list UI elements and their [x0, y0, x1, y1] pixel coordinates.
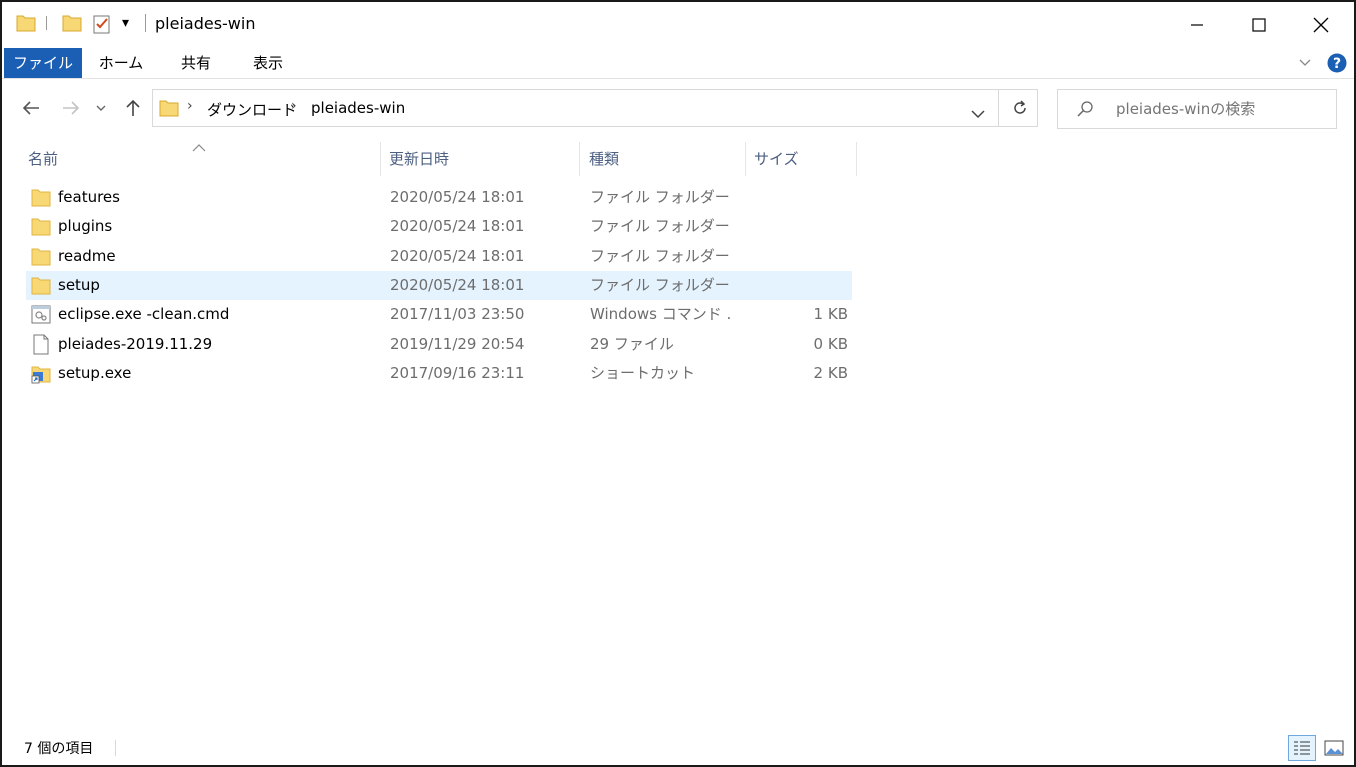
ribbon-tabs: ファイル ホーム 共有 表示 ?: [2, 48, 1354, 79]
file-row-selected[interactable]: setup 2020/05/24 18:01 ファイル フォルダー: [26, 271, 852, 300]
file-size: [756, 271, 848, 300]
svg-text:?: ?: [1333, 56, 1341, 72]
tab-file[interactable]: ファイル: [4, 48, 82, 78]
address-dropdown-icon[interactable]: [971, 104, 985, 123]
column-header-size[interactable]: サイズ: [754, 142, 854, 176]
details-view-button[interactable]: [1288, 735, 1316, 761]
file-date: 2020/05/24 18:01: [390, 188, 525, 206]
folder-icon: [16, 13, 36, 37]
file-type: ファイル フォルダー: [590, 188, 730, 206]
shortcut-icon: [31, 363, 51, 384]
search-input[interactable]: [1114, 99, 1328, 119]
file-type: ファイル フォルダー: [590, 217, 730, 235]
cmd-file-icon: [31, 304, 51, 325]
window-title: pleiades-win: [155, 14, 256, 33]
maximize-button[interactable]: [1228, 2, 1290, 48]
breadcrumb-chevron-icon[interactable]: ›: [187, 98, 193, 114]
blank-file-icon: [31, 334, 51, 355]
column-divider[interactable]: [856, 142, 857, 176]
column-header-type[interactable]: 種類: [589, 142, 745, 176]
status-item-count: 7 個の項目: [24, 741, 94, 757]
file-row[interactable]: readme 2020/05/24 18:01 ファイル フォルダー: [26, 242, 852, 271]
refresh-icon[interactable]: [1011, 99, 1029, 121]
arrow-right-icon: [63, 101, 80, 115]
folder-icon: [159, 98, 179, 122]
file-type: ファイル フォルダー: [590, 276, 730, 294]
column-header-name[interactable]: 名前: [28, 142, 378, 176]
breadcrumb-downloads[interactable]: ダウンロード: [207, 99, 297, 120]
properties-icon[interactable]: [92, 13, 112, 39]
status-separator: [115, 740, 116, 756]
file-date: 2019/11/29 20:54: [390, 335, 525, 353]
file-type: Windows コマンド ...: [590, 305, 730, 323]
folder-icon: [31, 187, 51, 208]
column-divider[interactable]: [380, 142, 381, 176]
explorer-window: ▾ pleiades-win ファイル ホーム 共有 表示 ? › ダウンロード…: [0, 0, 1356, 767]
file-name[interactable]: pleiades-2019.11.29: [58, 330, 212, 359]
arrow-left-icon: [22, 101, 39, 115]
tab-view[interactable]: 表示: [234, 48, 302, 78]
file-date: 2020/05/24 18:01: [390, 217, 525, 235]
file-size: [756, 242, 848, 271]
search-icon: [1076, 100, 1094, 122]
file-row[interactable]: pleiades-2019.11.29 2019/11/29 20:54 29 …: [26, 330, 852, 359]
file-size: 0 KB: [813, 335, 848, 353]
folder-icon: [31, 216, 51, 237]
column-divider[interactable]: [745, 142, 746, 176]
help-icon[interactable]: ?: [1327, 53, 1347, 77]
tab-home[interactable]: ホーム: [86, 48, 156, 78]
maximize-icon: [1252, 18, 1266, 32]
toolbar-separator: [46, 16, 47, 30]
details-view-icon: [1294, 741, 1310, 755]
file-size: 1 KB: [813, 305, 848, 323]
file-type: 29 ファイル: [590, 335, 674, 353]
address-divider: [998, 89, 999, 127]
toolbar-separator: [145, 14, 146, 32]
arrow-up-icon: [126, 99, 140, 116]
file-date: 2020/05/24 18:01: [390, 276, 525, 294]
file-date: 2020/05/24 18:01: [390, 247, 525, 265]
file-row[interactable]: setup.exe 2017/09/16 23:11 ショートカット 2 KB: [26, 359, 852, 388]
large-icons-view-button[interactable]: [1320, 735, 1348, 761]
chevron-down-icon: [96, 105, 106, 111]
breadcrumb-current[interactable]: pleiades-win: [311, 99, 405, 117]
file-size: [756, 212, 848, 241]
quick-access-dropdown-icon[interactable]: ▾: [122, 15, 129, 31]
file-name[interactable]: plugins: [58, 212, 112, 241]
search-box[interactable]: [1057, 89, 1337, 129]
minimize-icon: [1191, 24, 1203, 26]
column-divider[interactable]: [579, 142, 580, 176]
file-size: [756, 183, 848, 212]
tab-share[interactable]: 共有: [162, 48, 230, 78]
folder-icon: [31, 275, 51, 296]
file-type: ファイル フォルダー: [590, 247, 730, 265]
new-folder-icon[interactable]: [62, 13, 82, 37]
recent-locations-button[interactable]: [92, 94, 110, 122]
folder-icon: [31, 246, 51, 267]
file-name[interactable]: setup.exe: [58, 359, 131, 388]
back-button[interactable]: [18, 94, 44, 122]
close-icon: [1313, 17, 1329, 33]
file-name[interactable]: readme: [58, 242, 116, 271]
file-name[interactable]: features: [58, 183, 120, 212]
file-date: 2017/09/16 23:11: [390, 364, 525, 382]
file-type: ショートカット: [590, 364, 696, 382]
breadcrumb-chevron-icon[interactable]: ›: [291, 98, 297, 114]
file-row[interactable]: plugins 2020/05/24 18:01 ファイル フォルダー: [26, 212, 852, 241]
file-row[interactable]: eclipse.exe -clean.cmd 2017/11/03 23:50 …: [26, 300, 852, 329]
address-bar[interactable]: › ダウンロード › pleiades-win: [152, 89, 1038, 127]
file-name[interactable]: setup: [58, 271, 100, 300]
file-date: 2017/11/03 23:50: [390, 305, 525, 323]
up-button[interactable]: [120, 94, 146, 122]
column-header-date[interactable]: 更新日時: [389, 142, 579, 176]
forward-button[interactable]: [58, 94, 84, 122]
large-icons-view-icon: [1324, 740, 1344, 756]
minimize-button[interactable]: [1166, 2, 1228, 48]
expand-ribbon-icon[interactable]: [1298, 54, 1312, 73]
file-size: 2 KB: [813, 364, 848, 382]
close-button[interactable]: [1290, 2, 1352, 48]
file-row[interactable]: features 2020/05/24 18:01 ファイル フォルダー: [26, 183, 852, 212]
file-name[interactable]: eclipse.exe -clean.cmd: [58, 300, 229, 329]
title-bar: ▾ pleiades-win: [2, 2, 1354, 48]
